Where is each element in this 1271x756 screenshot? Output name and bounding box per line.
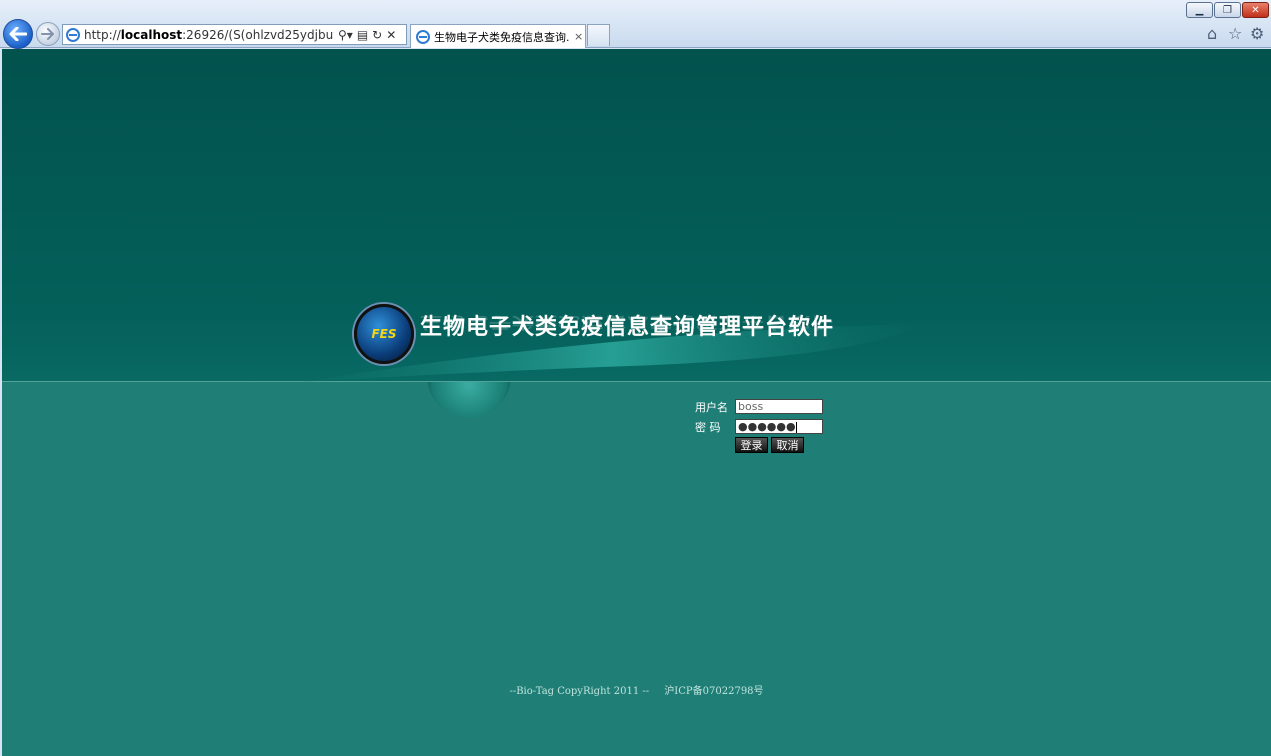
ie-tab-icon [416,29,430,44]
password-input[interactable]: ●●●●●● [735,419,823,434]
address-text[interactable]: http://localhost:26926/(S(ohlzvd25ydjbuw… [84,28,334,42]
username-label: 用户名 [695,401,728,414]
search-icon[interactable]: ⚲▾ [338,28,353,42]
username-input[interactable]: boss [735,399,823,414]
stop-icon[interactable]: ✕ [386,28,396,42]
arrow-left-icon [9,27,27,41]
decorative-orb [427,382,511,418]
login-button[interactable]: 登录 [735,437,768,453]
ie-page-icon [66,27,80,42]
back-button[interactable] [3,19,33,49]
cancel-button[interactable]: 取消 [771,437,804,453]
new-tab-button[interactable] [587,24,610,46]
close-window-button[interactable]: ✕ [1242,2,1269,18]
page-content: FES 生物电子犬类免疫信息查询管理平台软件 生物电子犬类免疫信息查询管理平台软… [2,49,1271,756]
forward-button[interactable] [36,22,60,46]
star-icon[interactable]: ☆ [1228,24,1242,43]
footer-icp[interactable]: 沪ICP备07022798号 [664,686,763,697]
compat-view-icon[interactable]: ▤ [357,28,368,42]
gear-icon[interactable]: ⚙ [1250,24,1264,43]
password-mask: ●●●●●● [738,420,796,433]
tab-close-icon[interactable]: × [574,30,583,43]
footer: --Bio-Tag CopyRight 2011 -- 沪ICP备0702279… [2,682,1271,697]
app-logo: FES [354,304,414,364]
password-label: 密 码 [695,421,721,434]
text-caret [795,421,797,433]
home-icon[interactable]: ⌂ [1207,24,1217,43]
browser-chrome: ▁ ❐ ✕ http://localhost:26926/(S(ohlzvd25… [0,0,1271,49]
logo-text: FES [371,327,397,341]
arrow-right-icon [41,28,54,40]
footer-copyright: --Bio-Tag CopyRight 2011 -- [509,686,650,697]
page-title-reflection: 生物电子犬类免疫信息查询管理平台软件 [420,313,835,331]
refresh-icon[interactable]: ↻ [372,28,382,42]
restore-button[interactable]: ❐ [1214,2,1241,18]
minimize-button[interactable]: ▁ [1186,2,1213,18]
tab-title: 生物电子犬类免疫信息查询... [434,30,570,44]
tab-login-page[interactable]: 生物电子犬类免疫信息查询... × [410,24,586,48]
address-bar[interactable]: http://localhost:26926/(S(ohlzvd25ydjbuw… [62,24,407,45]
